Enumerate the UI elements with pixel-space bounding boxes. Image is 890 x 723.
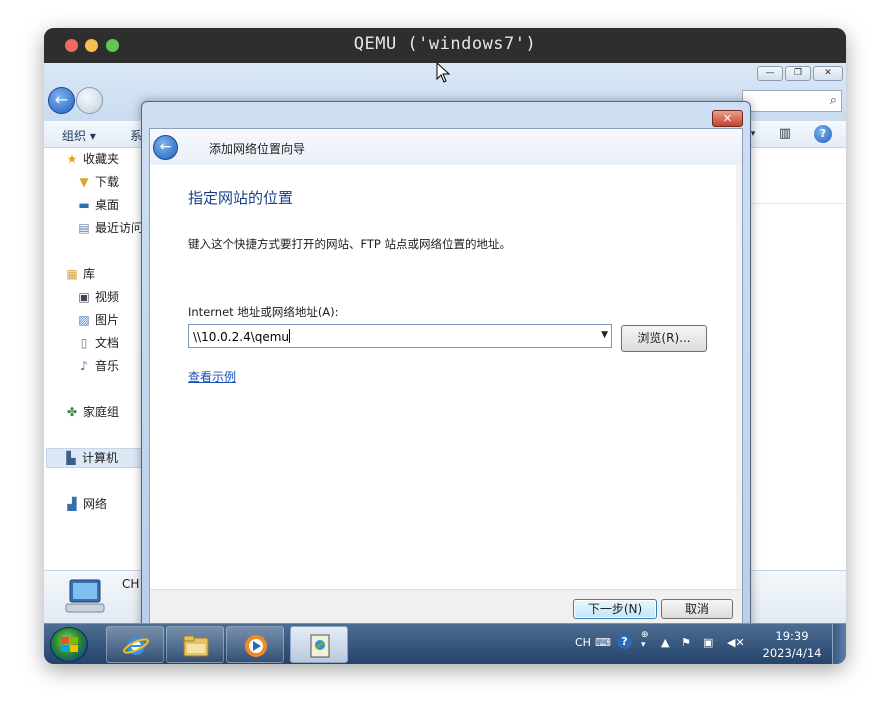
homegroup-icon: ✤ <box>66 405 78 419</box>
recent-places-icon: ▤ <box>78 221 90 235</box>
nav-documents-label: 文档 <box>95 336 120 350</box>
taskbar-ie-button[interactable] <box>106 626 164 663</box>
nav-computer[interactable]: ▙ 计算机 <box>46 448 144 468</box>
ime-options-icon[interactable]: ⊕ ▾ <box>641 630 649 650</box>
back-button[interactable]: ← <box>48 87 75 114</box>
volume-muted-icon[interactable]: ◀✕ <box>727 636 745 649</box>
nav-downloads-label: 下载 <box>95 175 120 189</box>
libraries-icon: ▦ <box>66 267 78 281</box>
windows-logo-icon <box>61 637 78 652</box>
desktop-icon: ▬ <box>78 198 90 212</box>
restore-button[interactable]: ❐ <box>785 66 811 81</box>
nav-downloads[interactable]: ▼ 下载 <box>76 173 119 193</box>
taskbar: CH ⌨ ? ⊕ ▾ ▲ ⚑ ▣ ◀✕ 19:39 2023/4/14 <box>44 623 846 664</box>
nav-homegroup[interactable]: ✤ 家庭组 <box>64 403 119 423</box>
clock-date: 2023/4/14 <box>762 646 822 660</box>
add-network-location-dialog: ✕ ← 添加网络位置向导 指定网站的位置 键入这个快捷方式要打开的网站、FTP … <box>141 101 751 635</box>
nav-libraries[interactable]: ▦ 库 <box>64 265 95 285</box>
minimize-button[interactable]: — <box>757 66 783 81</box>
computer-large-icon <box>65 579 105 613</box>
navigation-pane: ★ 收藏夹 ▼ 下载 ▬ 桌面 ▤ 最近访问 ▦ 库 ▣ 视频 ▨ 图片 ▯ 文档 ♪ 音乐 ✤ 家… <box>44 149 144 569</box>
input-language-indicator[interactable]: CH <box>575 636 591 649</box>
keyboard-icon[interactable]: ⌨ <box>595 636 611 649</box>
nav-pictures-label: 图片 <box>95 313 120 327</box>
taskbar-media-player-button[interactable] <box>226 626 284 663</box>
nav-videos-label: 视频 <box>95 290 120 304</box>
nav-pictures[interactable]: ▨ 图片 <box>76 311 119 331</box>
close-button[interactable]: ✕ <box>813 66 843 81</box>
qemu-window: QEMU ('windows7') — ❐ ✕ ← ⌕ 组织 ▾ 系 ▾ ▥ ? <box>44 28 846 664</box>
computer-icon: ▙ <box>66 451 76 465</box>
host-window-title: QEMU ('windows7') <box>353 34 537 54</box>
nav-network[interactable]: ▟ 网络 <box>64 495 107 515</box>
nav-homegroup-label: 家庭组 <box>83 405 120 419</box>
address-value: \\10.0.2.4\qemu <box>193 330 290 344</box>
documents-icon: ▯ <box>80 336 88 350</box>
nav-network-label: 网络 <box>83 497 108 511</box>
preview-pane-icon[interactable]: ▥ <box>776 125 794 143</box>
content-divider <box>744 203 844 204</box>
search-box[interactable]: ⌕ <box>742 90 842 112</box>
videos-icon: ▣ <box>78 290 90 304</box>
nav-desktop[interactable]: ▬ 桌面 <box>76 196 119 216</box>
nav-favorites-label: 收藏夹 <box>83 152 120 166</box>
clock[interactable]: 19:39 2023/4/14 <box>762 628 822 662</box>
guest-screen: — ❐ ✕ ← ⌕ 组织 ▾ 系 ▾ ▥ ? ★ 收藏夹 ▼ 下载 ▬ 桌面 ▤ 最 <box>44 63 846 664</box>
search-icon[interactable]: ⌕ <box>830 93 837 108</box>
nav-computer-label: 计算机 <box>82 451 119 465</box>
page-heading: 指定网站的位置 <box>188 189 294 207</box>
downloads-folder-icon: ▼ <box>79 175 89 189</box>
start-button[interactable] <box>50 627 88 662</box>
address-combobox[interactable]: \\10.0.2.4\qemu ▼ <box>188 324 612 348</box>
view-examples-link[interactable]: 查看示例 <box>188 368 236 385</box>
forward-button[interactable] <box>76 87 103 114</box>
pictures-icon: ▨ <box>78 313 90 327</box>
dialog-header: ← 添加网络位置向导 <box>150 129 742 165</box>
details-text: CH <box>122 577 140 591</box>
organize-menu[interactable]: 组织 ▾ <box>62 127 96 144</box>
dialog-scroll-strip <box>736 165 742 627</box>
star-icon: ★ <box>66 152 78 166</box>
action-center-flag-icon[interactable]: ⚑ <box>681 636 691 649</box>
folder-icon <box>183 635 209 657</box>
nav-recent-label: 最近访问 <box>95 221 144 235</box>
taskbar-wizard-button[interactable] <box>290 626 348 663</box>
media-player-icon <box>245 635 267 657</box>
clock-time: 19:39 <box>775 629 809 643</box>
address-label: Internet 地址或网络地址(A): <box>188 305 339 319</box>
page-description: 键入这个快捷方式要打开的网站、FTP 站点或网络位置的地址。 <box>188 237 512 251</box>
dropdown-arrow-icon[interactable]: ▼ <box>601 330 608 340</box>
network-location-wizard-icon <box>310 634 330 658</box>
nav-music[interactable]: ♪ 音乐 <box>76 357 119 377</box>
network-status-icon[interactable]: ▣ <box>703 636 713 649</box>
nav-libraries-label: 库 <box>83 267 96 281</box>
nav-desktop-label: 桌面 <box>95 198 120 212</box>
nav-documents[interactable]: ▯ 文档 <box>76 334 119 354</box>
network-icon: ▟ <box>67 497 77 511</box>
dialog-body: ← 添加网络位置向导 指定网站的位置 键入这个快捷方式要打开的网站、FTP 站点… <box>149 128 743 628</box>
music-icon: ♪ <box>80 359 88 373</box>
nav-music-label: 音乐 <box>95 359 120 373</box>
show-hidden-icons-icon[interactable]: ▲ <box>661 636 669 649</box>
address-input-text[interactable]: \\10.0.2.4\qemu <box>193 329 291 344</box>
nav-videos[interactable]: ▣ 视频 <box>76 288 119 308</box>
dialog-footer: 下一步(N) 取消 <box>150 589 742 627</box>
dialog-title: 添加网络位置向导 <box>209 142 306 156</box>
nav-recent[interactable]: ▤ 最近访问 <box>76 219 143 239</box>
next-button[interactable]: 下一步(N) <box>573 599 657 619</box>
browse-button[interactable]: 浏览(R)... <box>621 325 707 352</box>
text-caret <box>289 329 291 343</box>
dialog-close-button[interactable]: ✕ <box>712 110 743 127</box>
help-tray-icon[interactable]: ? <box>617 634 632 649</box>
internet-explorer-icon <box>123 637 149 655</box>
host-titlebar: QEMU ('windows7') <box>44 28 846 63</box>
nav-favorites[interactable]: ★ 收藏夹 <box>64 150 119 170</box>
cancel-button[interactable]: 取消 <box>661 599 733 619</box>
wizard-back-button[interactable]: ← <box>153 135 178 160</box>
mouse-cursor-icon <box>436 63 451 83</box>
taskbar-explorer-button[interactable] <box>166 626 224 663</box>
help-icon[interactable]: ? <box>814 125 832 143</box>
show-desktop-button[interactable] <box>832 624 846 664</box>
